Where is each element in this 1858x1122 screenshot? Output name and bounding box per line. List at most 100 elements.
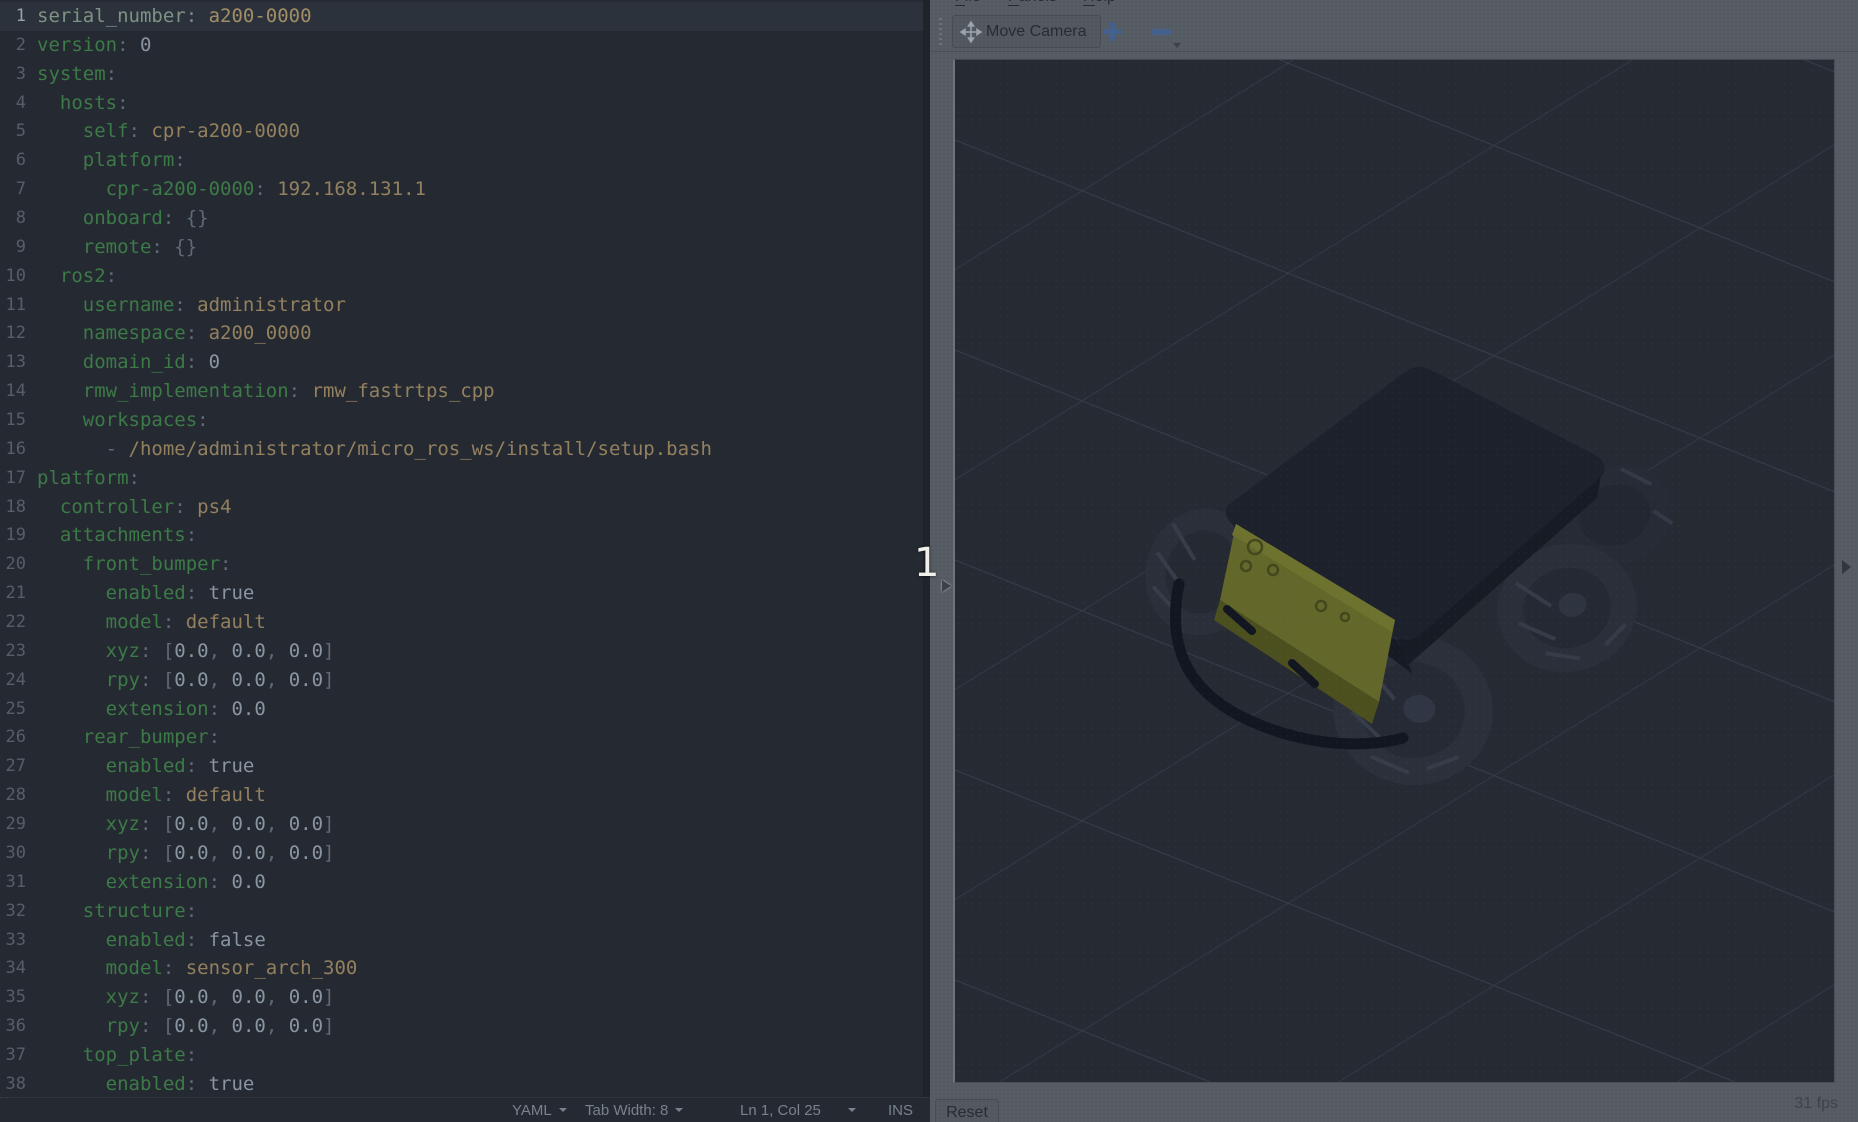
line-number: 32 [0, 897, 37, 926]
line-content: top_plate: [37, 1041, 197, 1070]
reset-button[interactable]: Reset [935, 1099, 999, 1122]
code-line[interactable]: 1serial_number: a200-0000 [0, 2, 930, 31]
code-line[interactable]: 23 xyz: [0.0, 0.0, 0.0] [0, 637, 930, 666]
code-line[interactable]: 31 extension: 0.0 [0, 868, 930, 897]
line-content: enabled: true [37, 752, 254, 781]
editor-statusbar: YAML Tab Width: 8 Ln 1, Col 25 INS [0, 1097, 930, 1122]
line-content: extension: 0.0 [37, 868, 266, 897]
language-label: YAML [512, 1102, 552, 1119]
code-line[interactable]: 11 username: administrator [0, 291, 930, 320]
code-line[interactable]: 3system: [0, 60, 930, 89]
code-line[interactable]: 22 model: default [0, 608, 930, 637]
line-number: 29 [0, 810, 37, 839]
line-content: rpy: [0.0, 0.0, 0.0] [37, 1012, 335, 1041]
code-line[interactable]: 18 controller: ps4 [0, 493, 930, 522]
line-number: 9 [0, 233, 37, 262]
line-number: 19 [0, 521, 37, 550]
code-line[interactable]: 26 rear_bumper: [0, 723, 930, 752]
screen: 1serial_number: a200-00002version: 03sys… [0, 0, 1858, 1122]
line-number: 14 [0, 377, 37, 406]
line-content: version: 0 [37, 31, 151, 60]
code-lines[interactable]: 1serial_number: a200-00002version: 03sys… [0, 2, 930, 1099]
tab-width-selector[interactable]: Tab Width: 8 [585, 1101, 683, 1119]
chevron-down-icon [675, 1108, 683, 1112]
code-line[interactable]: 35 xyz: [0.0, 0.0, 0.0] [0, 983, 930, 1012]
line-number: 20 [0, 550, 37, 579]
line-content: enabled: true [37, 579, 254, 608]
line-number: 17 [0, 464, 37, 493]
code-line[interactable]: 19 attachments: [0, 521, 930, 550]
line-content: xyz: [0.0, 0.0, 0.0] [37, 983, 335, 1012]
add-tool-button[interactable] [1103, 22, 1122, 41]
code-line[interactable]: 2version: 0 [0, 31, 930, 60]
code-line[interactable]: 13 domain_id: 0 [0, 348, 930, 377]
cursor-position[interactable]: Ln 1, Col 25 [740, 1101, 821, 1119]
move-camera-icon [960, 21, 982, 43]
code-line[interactable]: 10 ros2: [0, 262, 930, 291]
panel-expand-icon[interactable] [1842, 560, 1851, 574]
language-selector[interactable]: YAML [512, 1101, 567, 1119]
move-camera-tool-button[interactable]: Move Camera [952, 15, 1101, 48]
menu-panels[interactable]: Panels [1008, 0, 1057, 6]
input-mode-label: INS [888, 1102, 913, 1119]
code-line[interactable]: 15 workspaces: [0, 406, 930, 435]
line-content: xyz: [0.0, 0.0, 0.0] [37, 810, 335, 839]
line-number: 25 [0, 695, 37, 724]
code-line[interactable]: 33 enabled: false [0, 926, 930, 955]
line-number: 18 [0, 493, 37, 522]
line-number: 8 [0, 204, 37, 233]
code-line[interactable]: 24 rpy: [0.0, 0.0, 0.0] [0, 666, 930, 695]
line-number: 4 [0, 89, 37, 118]
yaml-editor: 1serial_number: a200-00002version: 03sys… [0, 0, 930, 1122]
code-line[interactable]: 27 enabled: true [0, 752, 930, 781]
code-line[interactable]: 21 enabled: true [0, 579, 930, 608]
line-content: hosts: [37, 89, 129, 118]
line-content: model: default [37, 781, 266, 810]
line-number: 6 [0, 146, 37, 175]
toolbar-drag-handle[interactable] [939, 18, 942, 46]
line-content: rmw_implementation: rmw_fastrtps_cpp [37, 377, 495, 406]
code-line[interactable]: 30 rpy: [0.0, 0.0, 0.0] [0, 839, 930, 868]
fps-counter: 31 fps [1794, 1095, 1838, 1113]
line-number: 10 [0, 262, 37, 291]
code-line[interactable]: 29 xyz: [0.0, 0.0, 0.0] [0, 810, 930, 839]
rviz-menubar: File Panels Help [930, 0, 1858, 10]
3d-scene [955, 60, 1835, 1083]
line-content: enabled: false [37, 926, 266, 955]
remove-tool-button[interactable] [1151, 29, 1172, 35]
line-content: ros2: [37, 262, 117, 291]
code-line[interactable]: 20 front_bumper: [0, 550, 930, 579]
code-line[interactable]: 8 onboard: {} [0, 204, 930, 233]
move-camera-label: Move Camera [986, 23, 1086, 41]
dropdown-arrow-icon[interactable] [1173, 43, 1181, 48]
line-number: 5 [0, 117, 37, 146]
code-line[interactable]: 6 platform: [0, 146, 930, 175]
code-line[interactable]: 34 model: sensor_arch_300 [0, 954, 930, 983]
code-line[interactable]: 25 extension: 0.0 [0, 695, 930, 724]
code-line[interactable]: 7 cpr-a200-0000: 192.168.131.1 [0, 175, 930, 204]
menu-file[interactable]: File [955, 0, 981, 6]
line-number: 35 [0, 983, 37, 1012]
line-number: 31 [0, 868, 37, 897]
code-line[interactable]: 9 remote: {} [0, 233, 930, 262]
code-line[interactable]: 17platform: [0, 464, 930, 493]
code-line[interactable]: 16 - /home/administrator/micro_ros_ws/in… [0, 435, 930, 464]
code-line[interactable]: 28 model: default [0, 781, 930, 810]
line-number: 36 [0, 1012, 37, 1041]
line-content: system: [37, 60, 117, 89]
menu-help[interactable]: Help [1083, 0, 1116, 6]
code-line[interactable]: 12 namespace: a200_0000 [0, 319, 930, 348]
code-line[interactable]: 32 structure: [0, 897, 930, 926]
3d-viewport[interactable] [953, 59, 1835, 1083]
goto-line-dropdown[interactable] [848, 1101, 856, 1119]
code-line[interactable]: 38 enabled: true [0, 1070, 930, 1099]
annotation-label: 1 [914, 540, 939, 586]
code-line[interactable]: 36 rpy: [0.0, 0.0, 0.0] [0, 1012, 930, 1041]
line-content: enabled: true [37, 1070, 254, 1099]
code-line[interactable]: 4 hosts: [0, 89, 930, 118]
tab-width-label: Tab Width: 8 [585, 1102, 668, 1119]
line-content: model: sensor_arch_300 [37, 954, 357, 983]
code-line[interactable]: 37 top_plate: [0, 1041, 930, 1070]
code-line[interactable]: 14 rmw_implementation: rmw_fastrtps_cpp [0, 377, 930, 406]
code-line[interactable]: 5 self: cpr-a200-0000 [0, 117, 930, 146]
